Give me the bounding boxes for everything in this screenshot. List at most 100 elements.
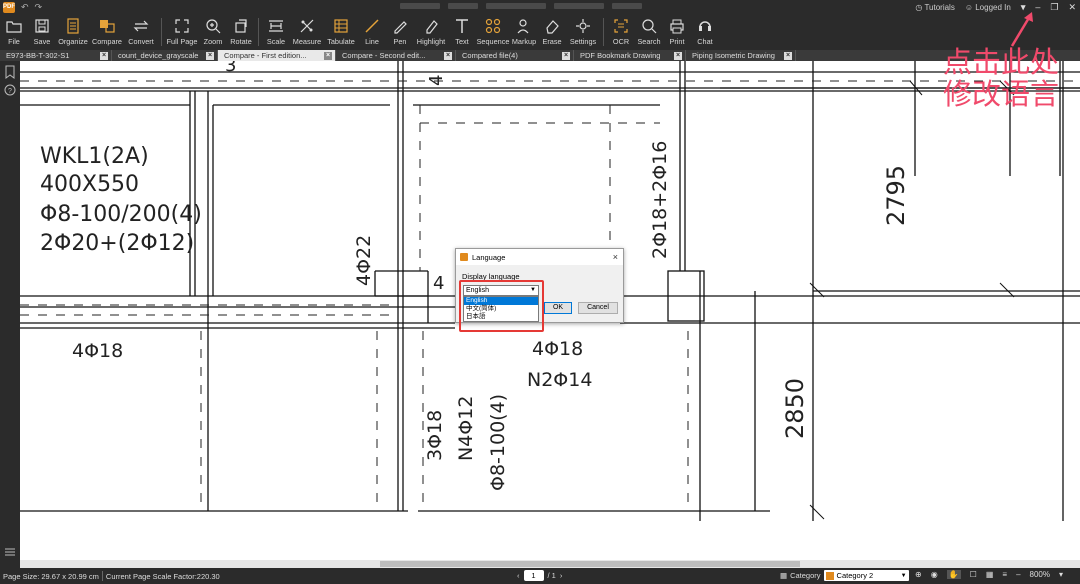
grid-icon[interactable]: ▦	[986, 570, 994, 579]
tab-close-icon[interactable]: ×	[324, 51, 332, 60]
list-icon[interactable]	[5, 548, 15, 556]
text-tool-button[interactable]: Text	[448, 14, 476, 50]
document-tab[interactable]: Compare - Second edit... ×	[336, 50, 456, 61]
save-tool-label: Save	[33, 37, 51, 46]
document-tab[interactable]: count_device_grayscale ×	[112, 50, 218, 61]
convert-tool-button[interactable]: Convert	[124, 14, 158, 50]
undo-icon[interactable]: ↶	[21, 2, 29, 13]
tab-close-icon[interactable]: ×	[784, 51, 792, 60]
pen-tool-label: Pen	[393, 37, 407, 46]
settings-tool-button[interactable]: Settings	[566, 14, 600, 50]
annotation-arrow	[1010, 12, 1033, 47]
title-bar: PDF ↶ ↷ ◷ Tutorials ☺ Logged In ▾ – ❐ ✕	[0, 0, 1080, 14]
tab-close-icon[interactable]: ×	[100, 51, 108, 60]
compare-icon	[99, 17, 115, 34]
chat-tool-label: Chat	[697, 37, 713, 46]
tab-close-icon[interactable]: ×	[206, 51, 214, 60]
vert-phi8: Φ8-100(4)	[487, 394, 509, 491]
document-tab[interactable]: PDF Bookmark Drawing ×	[574, 50, 686, 61]
scrollbar-thumb[interactable]	[380, 561, 800, 567]
svg-text:4: 4	[433, 273, 444, 294]
toolbar-separator	[258, 18, 259, 46]
document-tab[interactable]: E973-BB-T-302-S1 ×	[0, 50, 112, 61]
document-tab[interactable]: Piping Isometric Drawing ×	[686, 50, 796, 61]
file-tool-button[interactable]: File	[0, 14, 28, 50]
tab-close-icon[interactable]: ×	[444, 51, 452, 60]
document-tab[interactable]: Compare - First edition... ×	[218, 50, 336, 61]
next-page-icon[interactable]: ›	[560, 571, 563, 580]
help-icon[interactable]: ?	[4, 84, 16, 96]
save-tool-button[interactable]: Save	[28, 14, 56, 50]
search-tool-button[interactable]: Search	[635, 14, 663, 50]
category-icon: ▦	[780, 571, 788, 580]
tabulate-tool-button[interactable]: Tabulate	[324, 14, 358, 50]
chat-tool-button[interactable]: Chat	[691, 14, 719, 50]
partial-3: 3	[225, 61, 236, 76]
erase-tool-label: Erase	[542, 37, 562, 46]
zoom-out-icon[interactable]: –	[1016, 570, 1020, 579]
language-option-japanese[interactable]: 日本語	[464, 313, 538, 321]
convert-tool-label: Convert	[128, 37, 154, 46]
window-title-blurred	[400, 3, 650, 11]
user-icon: ☺	[964, 2, 973, 12]
tab-close-icon[interactable]: ×	[674, 51, 682, 60]
restore-icon[interactable]: ❐	[1050, 2, 1058, 13]
prev-page-icon[interactable]: ‹	[517, 571, 520, 580]
wkl1-stirrup: Φ8-100/200(4)	[40, 202, 202, 227]
organize-tool-button[interactable]: Organize	[56, 14, 90, 50]
zoom-level[interactable]: 800%	[1030, 570, 1050, 579]
tutorials-link[interactable]: ◷ Tutorials	[915, 3, 954, 12]
text-tool-label: Text	[455, 37, 469, 46]
zoom-dropdown-icon[interactable]: ▾	[1059, 570, 1063, 579]
select-icon[interactable]: ☐	[970, 570, 977, 579]
close-icon[interactable]: ✕	[1068, 2, 1076, 13]
list-view-icon[interactable]: ≡	[1002, 570, 1007, 579]
document-tab[interactable]: Compared file(4) ×	[456, 50, 574, 61]
sequence-tool-button[interactable]: Sequence	[476, 14, 510, 50]
rotate-tool-button[interactable]: Rotate	[227, 14, 255, 50]
measure-tool-label: Measure	[292, 37, 322, 46]
redo-icon[interactable]: ↷	[35, 2, 43, 13]
cancel-button[interactable]: Cancel	[578, 302, 618, 314]
page-number-input[interactable]: 1	[523, 570, 544, 581]
dim-2850: 2850	[781, 378, 809, 439]
highlight-tool-button[interactable]: Highlight	[414, 14, 448, 50]
n2phi14: N2Φ14	[527, 369, 592, 391]
hand-icon[interactable]: ✋	[946, 570, 961, 579]
language-option-english[interactable]: English	[464, 297, 538, 305]
ok-button[interactable]: OK	[544, 302, 572, 314]
language-select[interactable]: English ▼	[463, 285, 539, 296]
annotation-text: 点击此处 修改语言	[943, 46, 1059, 110]
tabulate-tool-label: Tabulate	[327, 37, 355, 46]
tab-label: Compared file(4)	[462, 51, 518, 60]
language-option-chinese[interactable]: 中文(简体)	[464, 305, 538, 313]
bookmark-icon[interactable]	[5, 65, 15, 79]
category-color-swatch	[825, 571, 834, 580]
pen-tool-button[interactable]: Pen	[386, 14, 414, 50]
tab-close-icon[interactable]: ×	[562, 51, 570, 60]
tab-label: Compare - Second edit...	[342, 51, 426, 60]
compare-tool-button[interactable]: Compare	[90, 14, 124, 50]
category-select[interactable]: Category 2 ▼	[823, 570, 909, 581]
close-icon[interactable]: ×	[613, 252, 618, 262]
erase-tool-button[interactable]: Erase	[538, 14, 566, 50]
main-toolbar: File Save Organize Compare Convert Full Page Z…	[0, 14, 1080, 50]
file-tool-label: File	[8, 37, 20, 46]
measure-tool-button[interactable]: Measure	[290, 14, 324, 50]
organize-icon	[65, 17, 81, 34]
line-tool-button[interactable]: Line	[358, 14, 386, 50]
eye-icon[interactable]: ◉	[931, 570, 938, 579]
folder-icon	[6, 17, 22, 34]
zoom-tool-button[interactable]: Zoom	[199, 14, 227, 50]
document-tabs: E973-BB-T-302-S1 × count_device_grayscale ×…	[0, 50, 1080, 61]
zoom-fit-icon[interactable]: ⊕	[915, 570, 922, 579]
print-tool-button[interactable]: Print	[663, 14, 691, 50]
convert-icon	[133, 17, 149, 34]
ocr-icon	[613, 17, 629, 34]
ocr-tool-button[interactable]: OCR	[607, 14, 635, 50]
page-total: / 1	[547, 571, 556, 580]
markup-tool-button[interactable]: Markup	[510, 14, 538, 50]
scale-tool-button[interactable]: Scale	[262, 14, 290, 50]
fullpage-tool-button[interactable]: Full Page	[165, 14, 199, 50]
annotation-line-2: 修改语言	[943, 77, 1060, 111]
